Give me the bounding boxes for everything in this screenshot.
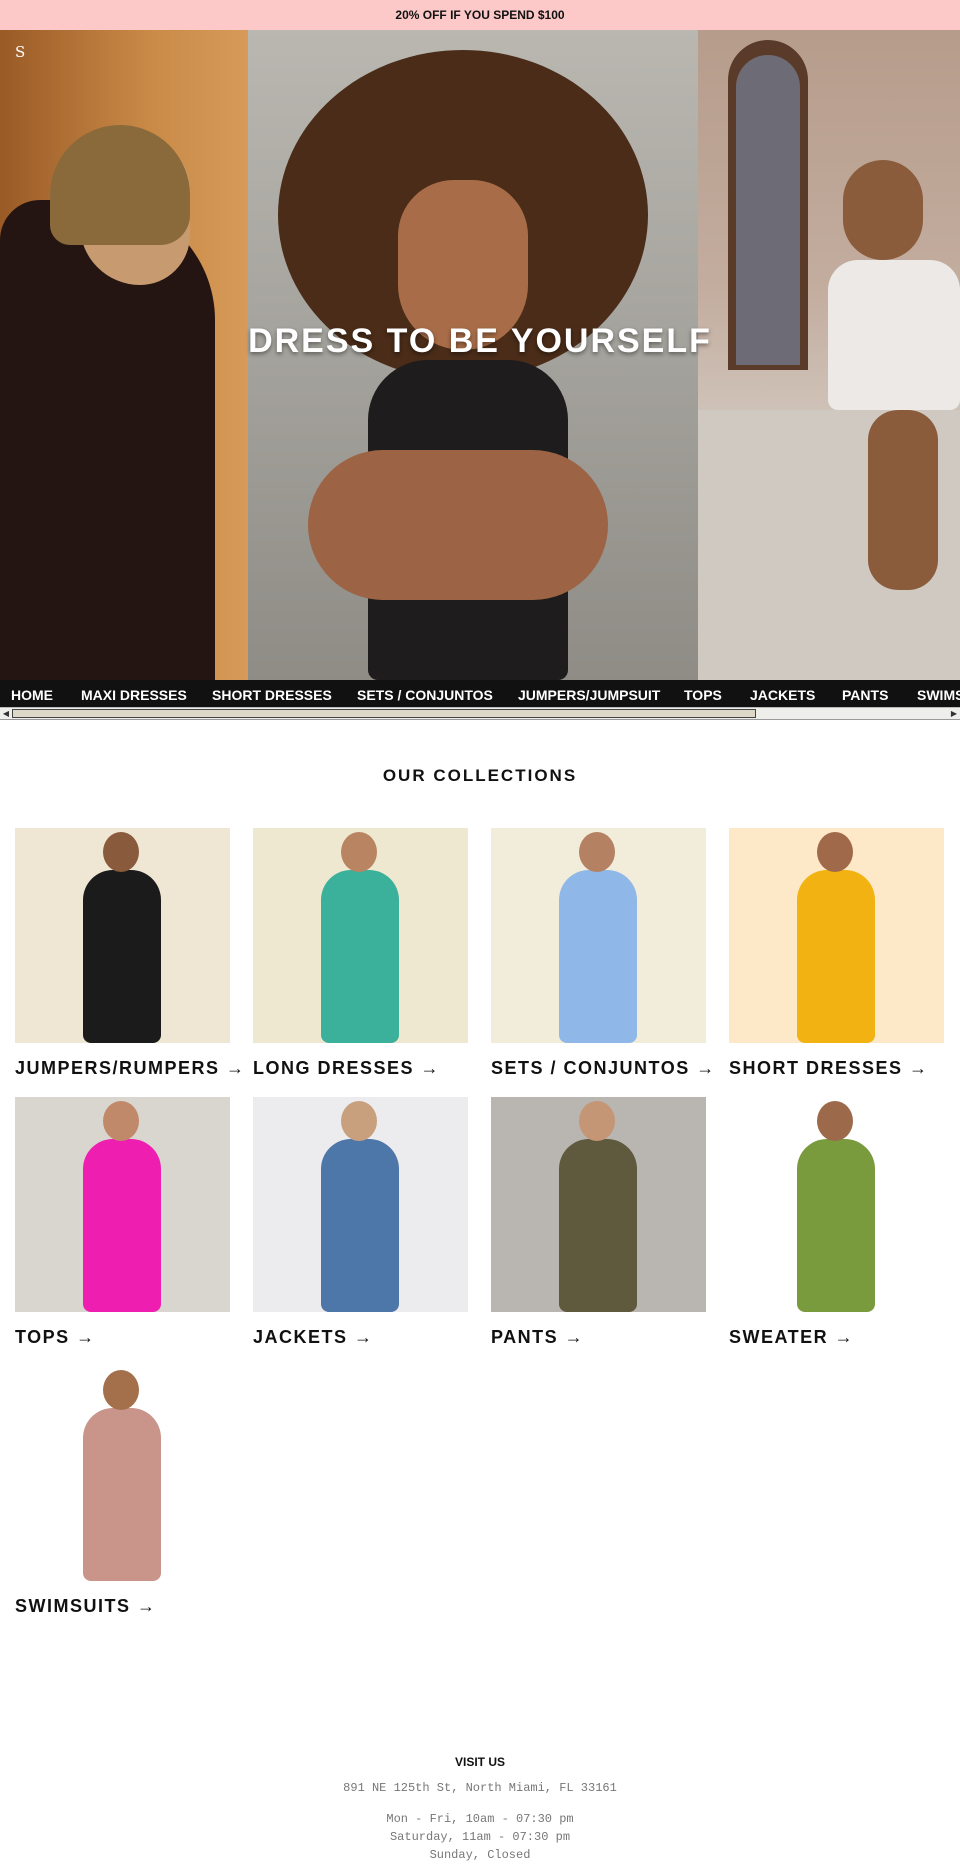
nav-item-short-dresses[interactable]: SHORT DRESSES [212,687,332,703]
model-outfit [797,870,875,1043]
collection-image[interactable] [491,828,706,1043]
scroll-left-icon[interactable]: ◀ [0,708,12,719]
model-head [579,1101,615,1141]
model-head [103,1370,139,1410]
collection-image[interactable] [15,1097,230,1312]
site-logo[interactable]: S [15,43,25,61]
footer-heading: VISIT US [454,1755,505,1769]
nav-item-swimsuits[interactable]: SWIMS [917,687,960,703]
model-outfit [83,870,161,1043]
collection-card-jumpers-rumpers[interactable]: JUMPERS/RUMPERS → [15,828,244,1079]
footer-address: 891 NE 125th St, North Miami, FL 33161 [343,1781,617,1795]
collection-card-swimsuits[interactable]: SWIMSUITS → [15,1366,230,1617]
footer-hours-sunday: Sunday, Closed [429,1848,531,1862]
model-outfit [321,1139,399,1312]
hero-title: DRESS TO BE YOURSELF [248,322,712,360]
scrollbar-thumb[interactable] [12,709,756,718]
collection-image[interactable] [15,1366,230,1581]
nav-item-jackets[interactable]: JACKETS [750,687,815,703]
collection-image[interactable] [729,828,944,1043]
collection-image[interactable] [729,1097,944,1312]
nav-item-tops[interactable]: TOPS [684,687,722,703]
model-head [341,832,377,872]
collection-label[interactable]: JACKETS → [253,1327,468,1348]
promo-text: 20% OFF IF YOU SPEND $100 [395,8,565,22]
collection-label[interactable]: JUMPERS/RUMPERS → [15,1058,244,1079]
collection-label[interactable]: PANTS → [491,1327,706,1348]
collection-image[interactable] [253,828,468,1043]
nav-item-pants[interactable]: PANTS [842,687,888,703]
collection-card-pants[interactable]: PANTS → [491,1097,706,1348]
collection-label[interactable]: LONG DRESSES → [253,1058,468,1079]
collection-card-short-dresses[interactable]: SHORT DRESSES → [729,828,944,1079]
model-outfit [321,870,399,1043]
nav-item-home[interactable]: HOME [11,687,53,703]
collection-label[interactable]: TOPS → [15,1327,230,1348]
collection-image[interactable] [253,1097,468,1312]
model-outfit [559,870,637,1043]
collection-image[interactable] [15,828,230,1043]
model-head [817,832,853,872]
collection-label[interactable]: SETS / CONJUNTOS → [491,1058,714,1079]
model-outfit [83,1139,161,1312]
collections-title: OUR COLLECTIONS [382,766,578,785]
model-head [341,1101,377,1141]
footer-hours-weekday: Mon - Fri, 10am - 07:30 pm [386,1812,574,1826]
collection-card-sets-conjuntos[interactable]: SETS / CONJUNTOS → [491,828,714,1079]
nav-item-maxi-dresses[interactable]: MAXI DRESSES [81,687,187,703]
model-outfit [83,1408,161,1581]
footer-hours-saturday: Saturday, 11am - 07:30 pm [389,1830,571,1844]
nav-scrollbar[interactable]: ◀ ▶ [0,707,960,720]
collection-image[interactable] [491,1097,706,1312]
model-head [103,1101,139,1141]
collection-card-tops[interactable]: TOPS → [15,1097,230,1348]
collection-label[interactable]: SWEATER → [729,1327,944,1348]
collection-label[interactable]: SHORT DRESSES → [729,1058,944,1079]
model-head [817,1101,853,1141]
scroll-right-icon[interactable]: ▶ [948,708,960,719]
collection-card-sweater[interactable]: SWEATER → [729,1097,944,1348]
nav-item-sets-conjuntos[interactable]: SETS / CONJUNTOS [357,687,493,703]
promo-banner: 20% OFF IF YOU SPEND $100 [0,0,960,30]
model-outfit [559,1139,637,1312]
nav-item-jumpers-jumpsuit[interactable]: JUMPERS/JUMPSUIT [518,687,660,703]
collection-card-long-dresses[interactable]: LONG DRESSES → [253,828,468,1079]
model-head [579,832,615,872]
collection-card-jackets[interactable]: JACKETS → [253,1097,468,1348]
hero-banner: S DRESS TO BE YOURSELF [0,30,960,680]
category-nav: HOME MAXI DRESSES SHORT DRESSES SETS / C… [0,680,960,708]
collection-label[interactable]: SWIMSUITS → [15,1596,230,1617]
model-outfit [797,1139,875,1312]
model-head [103,832,139,872]
